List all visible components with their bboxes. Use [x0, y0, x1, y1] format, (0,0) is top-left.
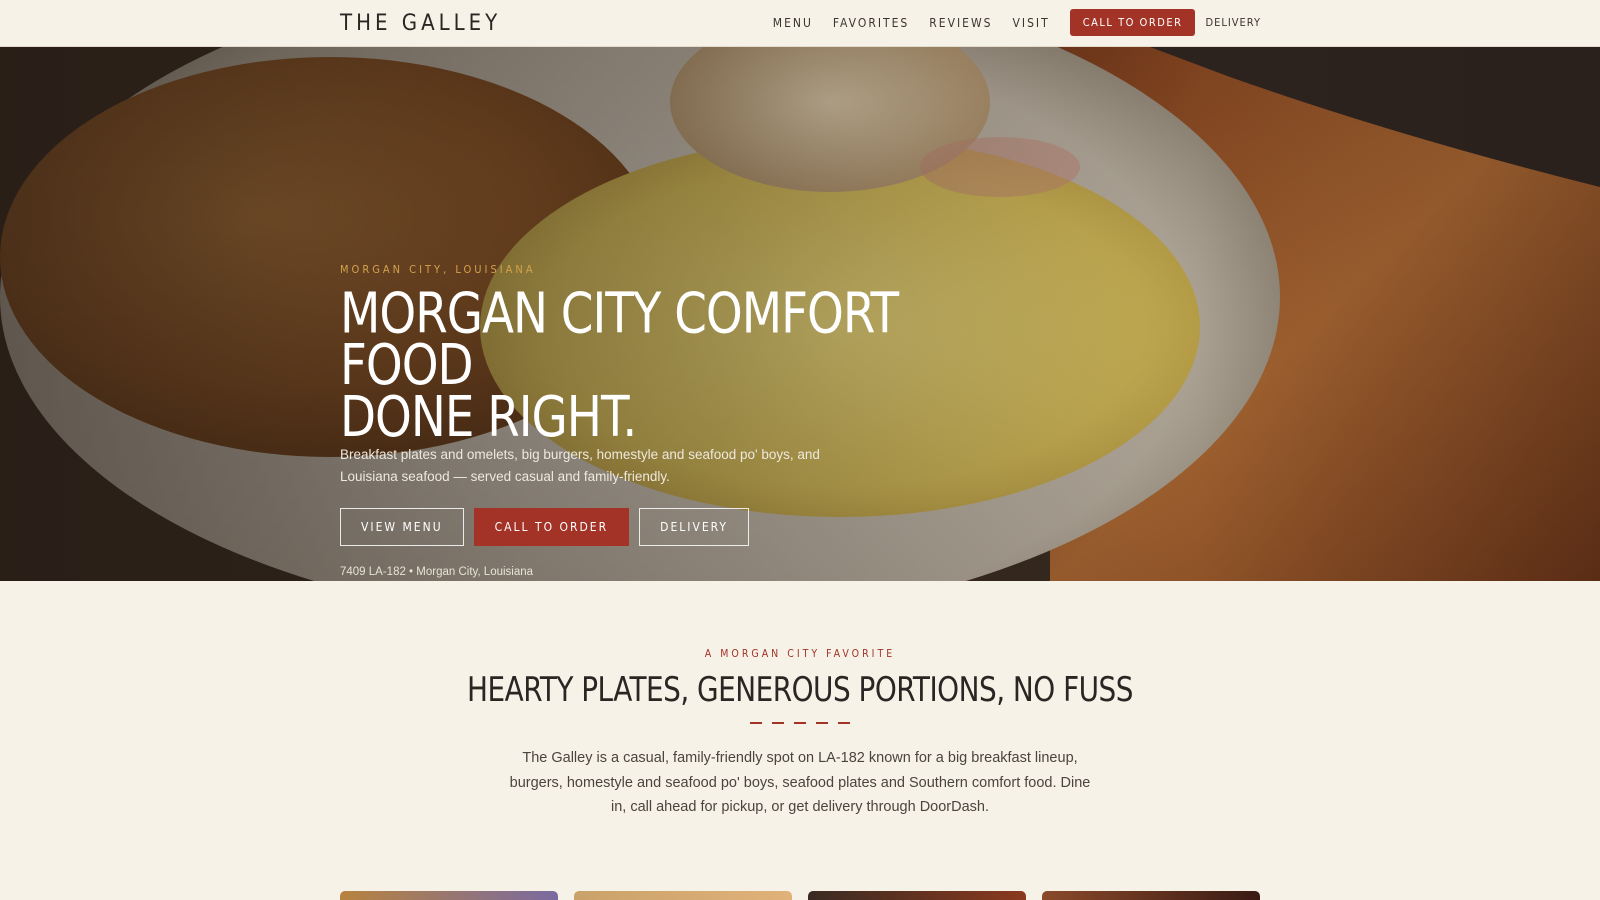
- delivery-button[interactable]: DELIVERY: [639, 508, 749, 546]
- intro-title: HEARTY PLATES, GENEROUS PORTIONS, NO FUS…: [467, 670, 1133, 710]
- favorite-card-4[interactable]: [1042, 891, 1260, 900]
- top-nav: THE GALLEY MENU FAVORITES REVIEWS VISIT …: [0, 0, 1600, 47]
- favorite-card-3[interactable]: [808, 891, 1026, 900]
- nav-call-to-order-button[interactable]: CALL TO ORDER: [1069, 9, 1196, 36]
- hero-buttons: VIEW MENU CALL TO ORDER DELIVERY: [340, 508, 1040, 546]
- brand-logo[interactable]: THE GALLEY: [340, 11, 501, 36]
- hero-title-line1: MORGAN CITY COMFORT FOOD: [340, 281, 899, 399]
- view-menu-button[interactable]: VIEW MENU: [340, 508, 464, 546]
- intro-text: The Galley is a casual, family-friendly …: [509, 750, 1091, 815]
- hero-address: 7409 LA-182 • Morgan City, Louisiana: [340, 566, 534, 578]
- hero-title: MORGAN CITY COMFORT FOOD DONE RIGHT.: [340, 281, 1040, 450]
- nav-visit-link[interactable]: VISIT: [1013, 16, 1050, 30]
- hero-title-line2: DONE RIGHT.: [340, 385, 637, 450]
- hero-subtitle: Breakfast plates and omelets, big burger…: [340, 447, 820, 484]
- hero-content: MORGAN CITY, LOUISIANA MORGAN CITY COMFO…: [340, 263, 1040, 578]
- nav-menu-link[interactable]: MENU: [773, 16, 813, 30]
- nav-favorites-link[interactable]: FAVORITES: [833, 16, 909, 30]
- intro-eyebrow: A MORGAN CITY FAVORITE: [704, 648, 896, 660]
- favorites-cards: [340, 891, 1260, 900]
- hero-eyebrow: MORGAN CITY, LOUISIANA: [340, 263, 536, 276]
- divider-dashes: [0, 722, 1600, 724]
- favorite-card-2[interactable]: [574, 891, 792, 900]
- hero-section: MORGAN CITY, LOUISIANA MORGAN CITY COMFO…: [0, 47, 1600, 581]
- intro-section: A MORGAN CITY FAVORITE HEARTY PLATES, GE…: [0, 582, 1600, 820]
- favorite-card-1[interactable]: [340, 891, 558, 900]
- nav-links: MENU FAVORITES REVIEWS VISIT CALL TO ORD…: [753, 9, 1261, 36]
- nav-delivery-link[interactable]: DELIVERY: [1205, 16, 1261, 29]
- nav-reviews-link[interactable]: REVIEWS: [929, 16, 992, 30]
- call-to-order-button[interactable]: CALL TO ORDER: [473, 508, 630, 546]
